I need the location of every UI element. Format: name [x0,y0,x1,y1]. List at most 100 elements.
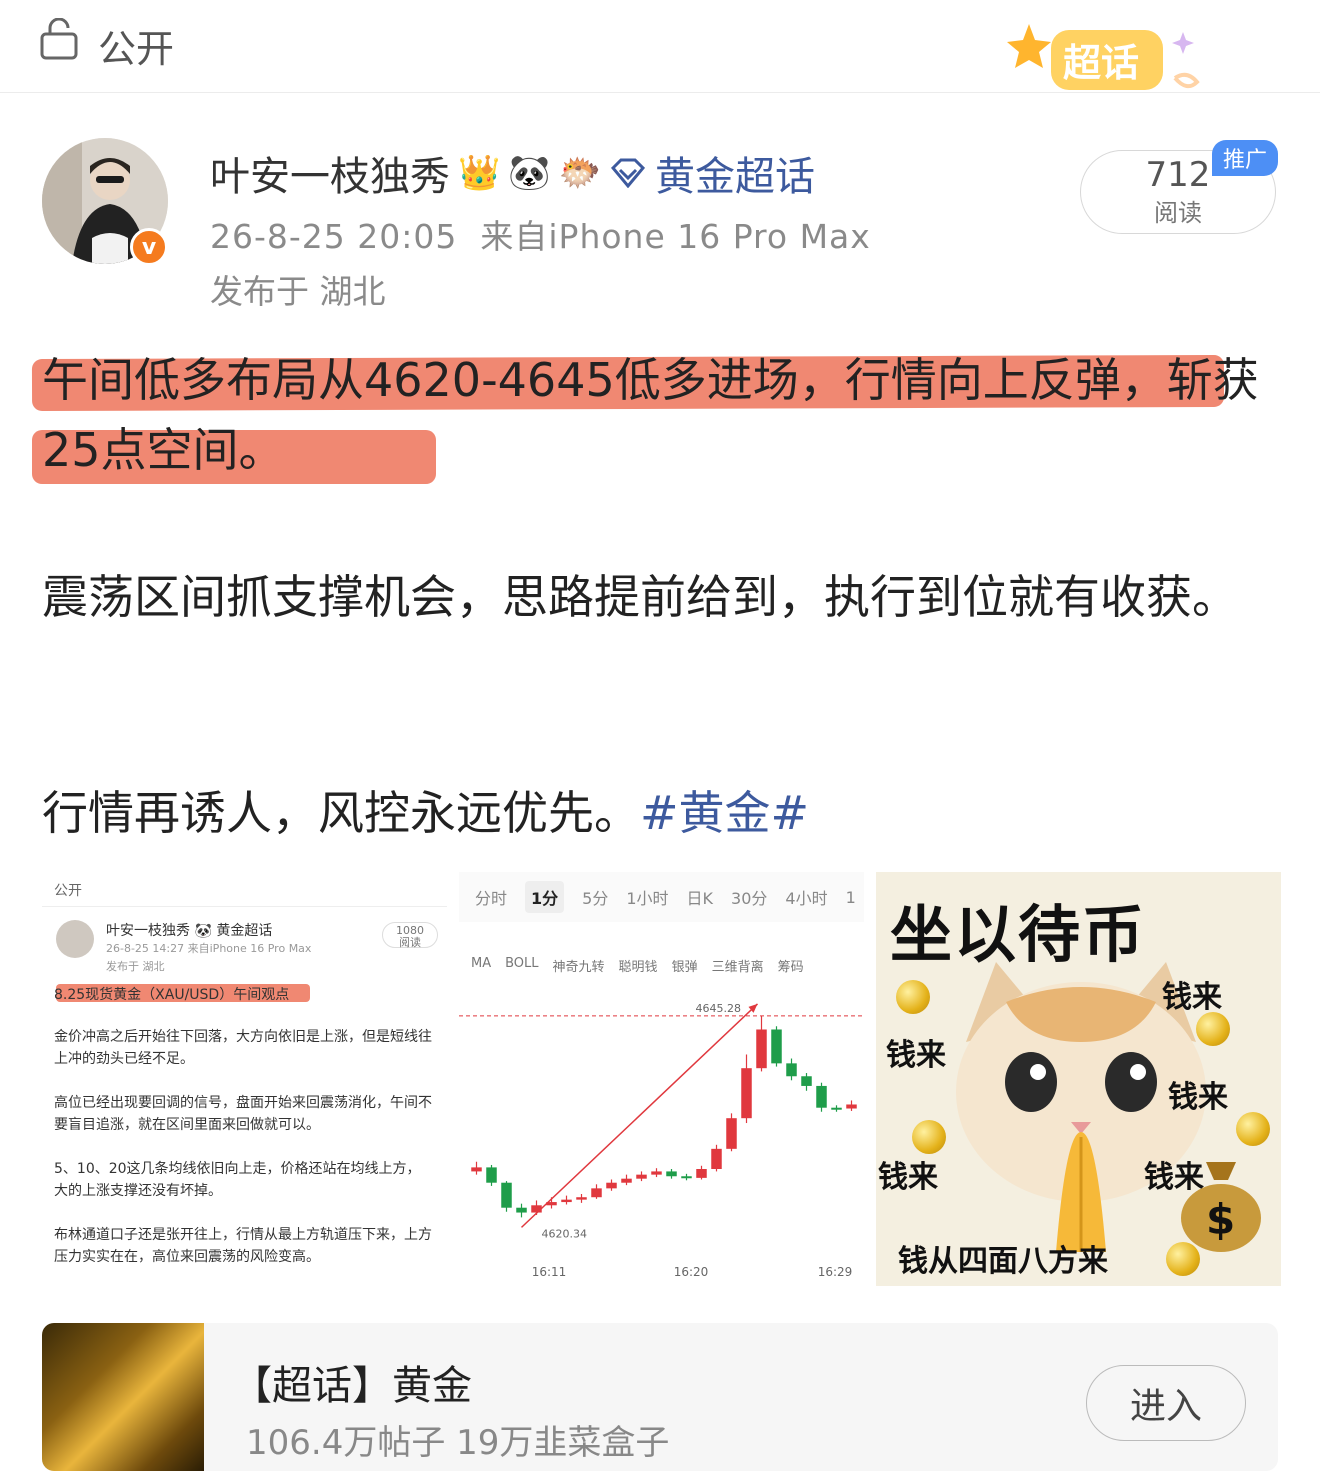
timeframe-tab: 1 [845,887,856,907]
thumb-location: 发布于 湖北 [106,960,165,973]
candlestick-chart: 4645.28 4620.34 16:11 16:20 16:29 [459,1002,864,1279]
time-axis-label: 16:29 [818,1265,853,1279]
panda-icon: 🐼 [508,153,551,193]
indicator-label: 聪明钱 [618,960,658,975]
timeframe-tab: 5分 [582,889,609,908]
meme-label: 钱来 [878,1160,938,1195]
candle-body [726,1118,737,1149]
time-axis-label: 16:20 [674,1265,709,1279]
super-topic-badge-text: 超话 [1063,41,1139,85]
chart-thumbnail[interactable]: 分时 1分 5分 1小时 日K 30分 4小时 1 MA BOLL 神奇九转 聪明钱 银弹 三维背离 筹码… [459,872,864,1286]
thumb-author: 叶安一枝独秀 🐼 黄金超话 [106,923,273,939]
trend-arrow [520,1003,759,1228]
thumb-paragraph: 高位已经出现要回调的信号，盘面开始来回震荡消化，午间不要盲目追涨，就在区间里面来… [54,1095,432,1133]
super-topic-badge[interactable]: 超话 [1005,18,1215,108]
timeframe-tab: 4小时 [785,889,828,908]
candle-body [471,1167,482,1172]
candle-body [681,1176,692,1179]
candle-body [516,1207,527,1213]
top-bar: 公开 超话 [0,0,1320,93]
indicator-label: BOLL [505,956,539,971]
meme-label: 钱来 [886,1038,946,1073]
meme-label: 钱来 [1162,980,1222,1015]
reads-label: 阅读 [1154,199,1202,227]
indicator-label: MA [471,956,492,971]
post-timestamp: 26-8-25 20:05 [210,217,458,256]
diamond-icon [611,158,646,188]
thumb-paragraph: 金价冲高之后开始往下回落，大方向依旧是上涨，但是短线往上冲的劲头已经不足。 [54,1029,432,1067]
candle-body [696,1169,707,1178]
super-topic-card[interactable]: 【超话】黄金 106.4万帖子 19万韭菜盒子 进入 [42,1323,1278,1471]
candle-body [606,1182,617,1189]
candle-body [561,1199,572,1203]
candle-body [816,1085,827,1108]
timeframe-tab: 分时 [475,889,508,908]
indicator-label: 三维背离 [711,960,764,975]
timeframe-tabs: 分时 1分 5分 1小时 日K 30分 4小时 1 [459,872,864,922]
visibility-label[interactable]: 公开 [98,18,174,73]
candle-body [651,1171,662,1175]
post-paragraph: 震荡区间抓支撑机会，思路提前给到，执行到位就有收获。 [42,570,1238,624]
thumb-reads: 1080 阅读 [382,922,438,949]
thumb-paragraph: 5、10、20这几条均线依旧向上走，价格还站在均线上方，大的上涨支撑还没有坏掉。 [54,1161,421,1199]
indicator-bar: MA BOLL 神奇九转 聪明钱 银弹 三维背离 筹码 [459,956,864,982]
timeframe-tab: 30分 [731,889,768,908]
topic-card-title: 【超话】黄金 [232,1363,472,1409]
candle-body [486,1167,497,1183]
coin-icon [1236,1112,1270,1146]
money-bag-icon: $ [1181,1162,1261,1252]
author-row: 叶安一枝独秀 👑 🐼 🐡 黄金超话 [210,148,815,200]
thumb-paragraph: 布林通道口子还是张开往上，行情从最上方轨道压下来，上方压力实实在在，高位来回震荡… [54,1227,432,1265]
candle-body [831,1107,842,1110]
thumb-meta: 26-8-25 14:27 来自iPhone 16 Pro Max [106,942,312,955]
meme-label: 钱来 [1168,1080,1228,1115]
candle-body [711,1148,722,1169]
promo-tag: 推广 [1212,140,1278,176]
hashtag-link[interactable]: #黄金# [640,786,809,840]
image-thumbnail[interactable]: 公开 叶安一枝独秀 🐼 黄金超话 26-8-25 14:27 来自iPhone … [42,872,447,1286]
candle-body [801,1076,812,1086]
timeframe-tab: 1小时 [626,889,669,908]
topic-card-stats: 106.4万帖子 19万韭菜盒子 [246,1423,670,1463]
author-name[interactable]: 叶安一枝独秀 [210,144,450,202]
meme-thumbnail[interactable]: 坐以待币 钱来 钱来 钱来 钱来 钱来 $ 钱从四面八方来 [876,872,1281,1286]
candle-body [636,1174,647,1179]
coin-icon [896,980,930,1014]
indicator-label: 筹码 [777,960,804,975]
candle-body [741,1068,752,1119]
divider [42,906,447,907]
post-location: 发布于 湖北 [210,272,386,311]
high-price-label: 4645.28 [696,1002,742,1015]
post-meta: 26-8-25 20:05 来自iPhone 16 Pro Max [210,210,871,258]
fish-icon: 🐡 [558,153,602,193]
verified-v-icon: v [130,228,168,266]
candle-body [846,1104,857,1109]
thumb-avatar [56,920,94,958]
thumb-title: 8.25现货黄金（XAU/USD）午间观点 [54,987,290,1003]
low-price-label: 4620.34 [542,1227,588,1240]
candle-body [756,1029,767,1069]
meme-bottom-caption: 钱从四面八方来 [898,1244,1108,1279]
candle-body [666,1171,677,1177]
timeframe-tab: 日K [686,889,714,908]
topic-link[interactable]: 黄金超话 [655,144,815,202]
gold-bars-image [42,1323,204,1471]
candle-body [621,1178,632,1183]
lock-open-icon[interactable] [40,18,80,60]
indicator-label: 银弹 [671,960,698,975]
post-source: 来自iPhone 16 Pro Max [480,217,871,256]
time-axis-label: 16:11 [532,1265,567,1279]
post-paragraph: 午间低多布局从4620-4645低多进场，行情向上反弹，斩获25点空间。 [42,353,1259,477]
meme-title: 坐以待币 [890,898,1147,971]
svg-text:$: $ [1206,1195,1235,1244]
candle-body [786,1063,797,1077]
coin-icon [912,1120,946,1154]
crown-icon: 👑 [458,153,501,193]
candle-body [771,1029,782,1064]
indicator-label: 神奇九转 [552,960,605,975]
paragraph-text: 行情再诱人，风控永远优先。 [42,786,640,840]
candle-body [591,1188,602,1198]
candle-body [501,1182,512,1208]
enter-button[interactable]: 进入 [1086,1365,1246,1441]
timeframe-tab: 1分 [525,881,565,913]
